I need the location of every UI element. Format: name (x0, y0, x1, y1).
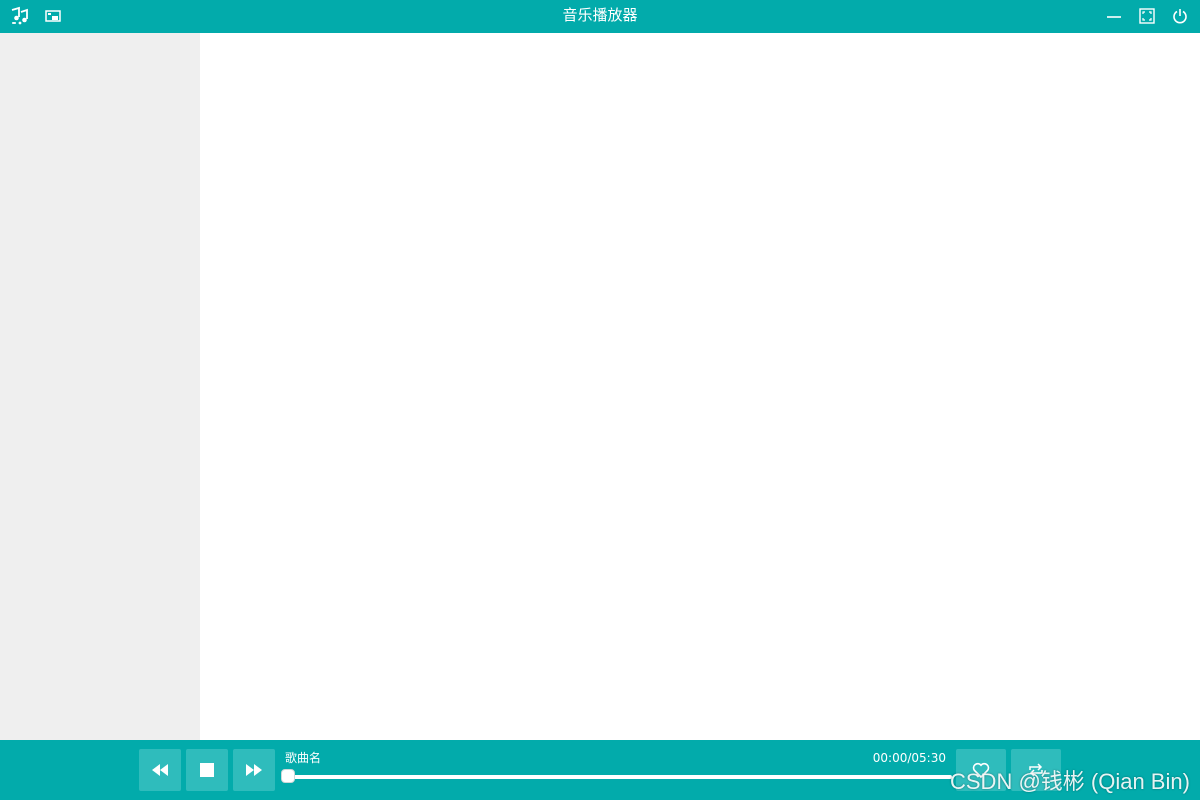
stop-icon (200, 763, 214, 777)
picture-in-picture-icon[interactable] (42, 5, 64, 27)
fast-forward-button[interactable] (233, 749, 275, 791)
rewind-icon (152, 764, 168, 776)
song-name: 歌曲名 (285, 751, 322, 765)
fullscreen-icon[interactable] (1136, 5, 1158, 27)
window-title: 音乐播放器 (562, 6, 638, 24)
repeat-button[interactable] (1011, 749, 1061, 791)
time-display: 00:00/05:30 (872, 751, 946, 765)
power-icon[interactable] (1169, 5, 1191, 27)
favorite-button[interactable] (956, 749, 1006, 791)
fast-forward-icon (246, 764, 262, 776)
rewind-button[interactable] (139, 749, 181, 791)
repeat-icon (1029, 763, 1043, 777)
player-bar: 歌曲名 00:00/05:30 (0, 740, 1200, 800)
sidebar (0, 33, 200, 740)
music-icon[interactable] (9, 5, 31, 27)
progress-bar[interactable] (288, 775, 952, 779)
title-bar: 音乐播放器 (0, 0, 1200, 33)
heart-icon (972, 762, 990, 778)
progress-handle[interactable] (281, 769, 295, 783)
main-content (200, 33, 1200, 740)
minimize-icon[interactable] (1103, 5, 1125, 27)
stop-button[interactable] (186, 749, 228, 791)
